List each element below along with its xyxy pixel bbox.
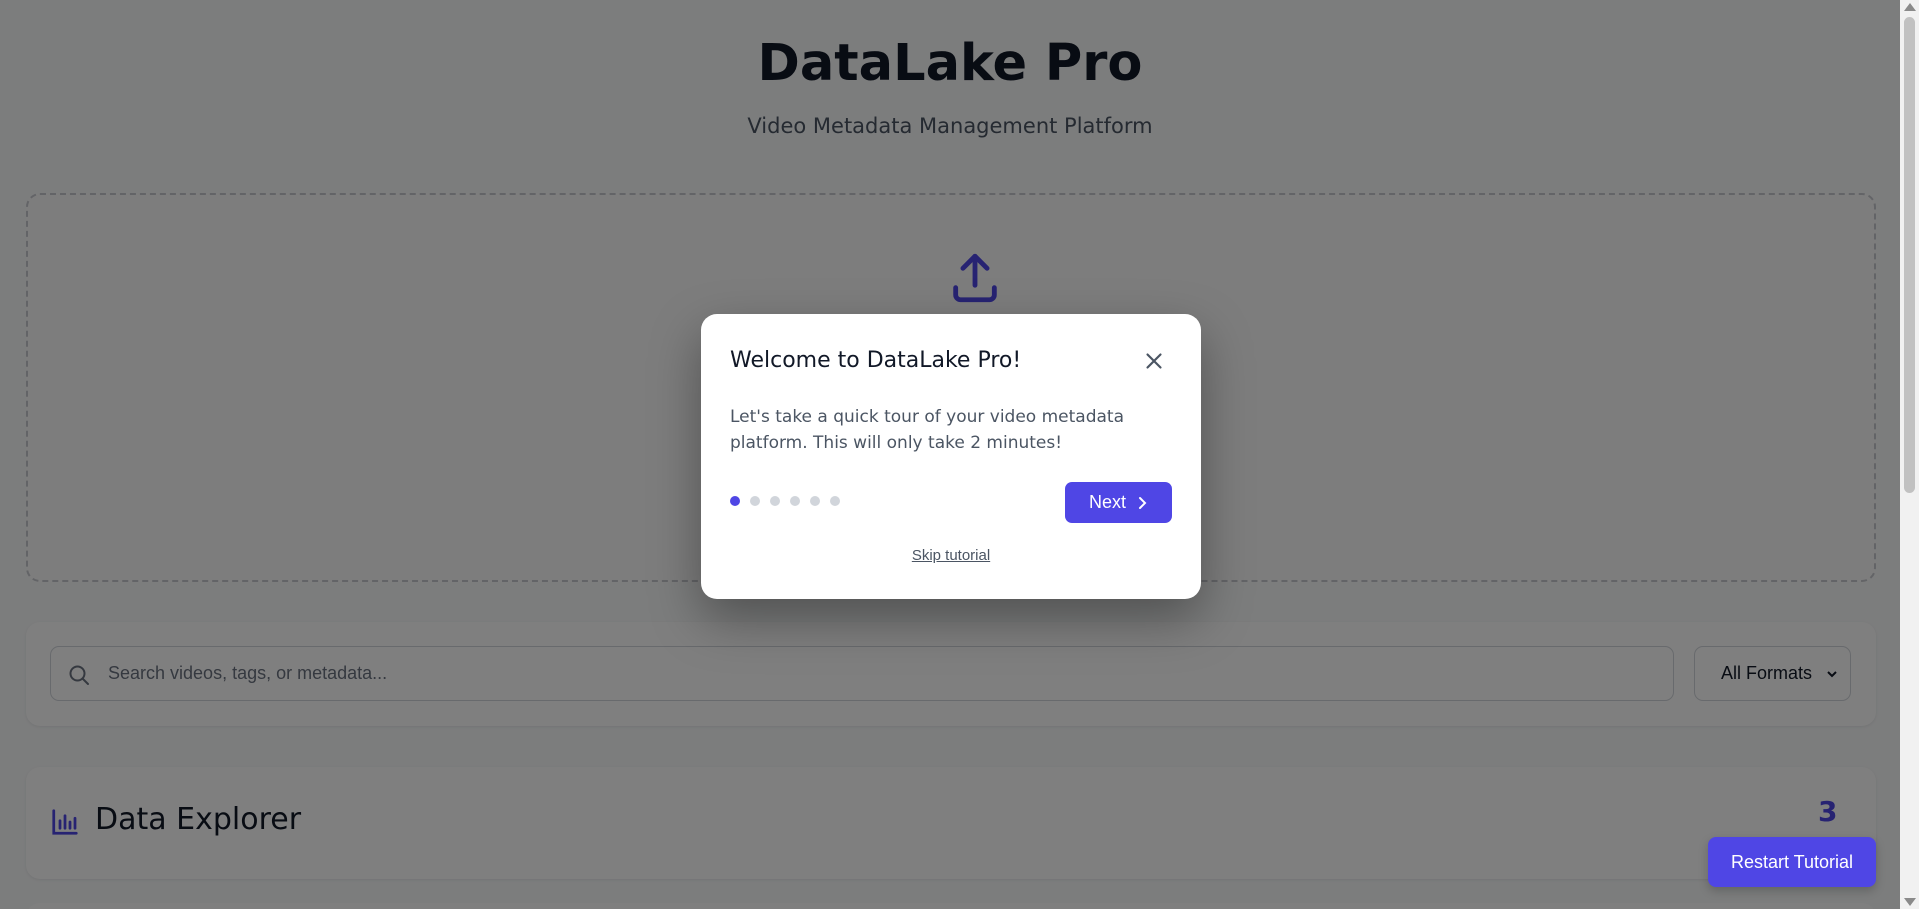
- step-dot-2: [750, 496, 760, 506]
- step-dot-1: [730, 496, 740, 506]
- scroll-down-arrow-icon[interactable]: [1904, 898, 1916, 906]
- modal-body: Let's take a quick tour of your video me…: [730, 407, 1125, 453]
- scroll-up-arrow-icon[interactable]: [1904, 3, 1916, 11]
- step-dot-6: [830, 496, 840, 506]
- next-button-label: Next: [1088, 492, 1126, 512]
- skip-tutorial-link[interactable]: Skip tutorial: [701, 547, 1201, 564]
- next-button[interactable]: Next: [1065, 482, 1172, 523]
- close-icon[interactable]: [1141, 348, 1167, 374]
- restart-tutorial-button[interactable]: Restart Tutorial: [1708, 837, 1876, 887]
- step-dot-4: [790, 496, 800, 506]
- step-indicator: [730, 496, 840, 506]
- scrollbar-thumb[interactable]: [1904, 17, 1915, 493]
- step-dot-3: [770, 496, 780, 506]
- vertical-scrollbar[interactable]: [1900, 0, 1919, 909]
- step-dot-5: [810, 496, 820, 506]
- chevron-right-icon: [1139, 496, 1147, 509]
- modal-title: Welcome to DataLake Pro!: [730, 348, 1022, 373]
- tutorial-modal: Welcome to DataLake Pro! Let's take a qu…: [701, 314, 1201, 599]
